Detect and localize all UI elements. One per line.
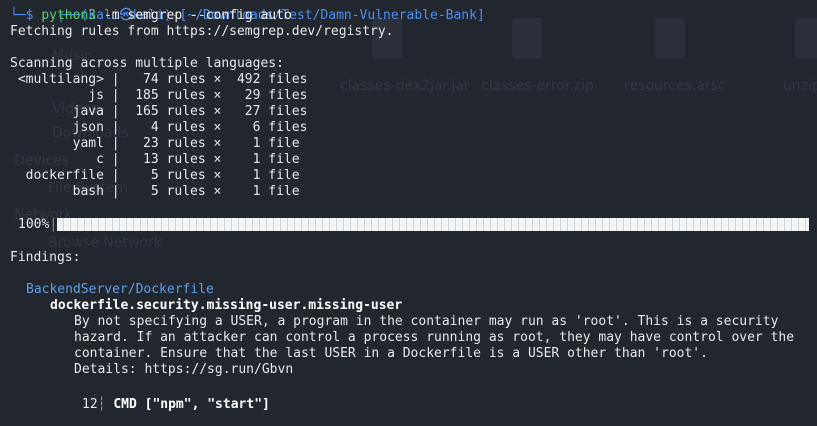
language-counts: | 74 rules × 492 files <box>103 72 308 87</box>
prompt-symbol: $ <box>25 8 34 23</box>
language-row: json | 4 rules × 6 files <box>10 120 817 136</box>
finding-message-line: By not specifying a USER, a program in t… <box>74 314 779 329</box>
language-name: java <box>10 104 104 119</box>
progress-line: 100%| <box>10 216 817 234</box>
finding-message-line: hazard. If an attacker can control a pro… <box>74 330 795 345</box>
language-counts: | 23 rules × 1 file <box>103 136 300 151</box>
language-name: bash <box>10 184 104 199</box>
language-counts: | 5 rules × 1 file <box>103 184 300 199</box>
progress-bar <box>57 218 810 231</box>
code-gutter: ┆ <box>97 397 106 412</box>
prompt-header: ┌──(kali㉿kali)-[~/Downloads/Test/Damn-Vu… <box>56 8 485 23</box>
language-counts: | 13 rules × 1 file <box>103 152 300 167</box>
language-name: yaml <box>10 136 104 151</box>
language-counts: | 185 rules × 29 files <box>103 88 308 103</box>
language-row: c | 13 rules × 1 file <box>10 152 817 168</box>
command-args: -m semgrep --config auto <box>103 8 292 23</box>
code-snippet-line: 12┆ CMD ["npm", "start"] <box>10 397 817 413</box>
language-row: yaml | 23 rules × 1 file <box>10 136 817 152</box>
language-counts: | 165 rules × 27 files <box>103 104 308 119</box>
language-name: json <box>10 120 104 135</box>
command-name: python3 <box>41 8 97 23</box>
language-table: <multilang> | 74 rules × 492 files js | … <box>10 72 817 200</box>
finding-message-line: container. Ensure that the last USER in … <box>74 346 708 361</box>
fetching-line: Fetching rules from https://semgrep.dev/… <box>10 24 394 39</box>
language-name: c <box>10 152 104 167</box>
code-content: CMD ["npm", "start"] <box>113 397 270 412</box>
finding-rule-id: dockerfile.security.missing-user.missing… <box>50 298 403 313</box>
finding-details-link[interactable]: Details: https://sg.run/Gbvn <box>10 362 817 378</box>
findings-label: Findings: <box>10 250 81 265</box>
scanning-line: Scanning across multiple languages: <box>10 56 284 71</box>
finding-file-path: BackendServer/Dockerfile <box>26 282 214 297</box>
code-line-number: 12 <box>82 397 98 412</box>
language-name: js <box>10 88 104 103</box>
language-row: bash | 5 rules × 1 file <box>10 184 817 200</box>
language-name: <multilang> <box>10 72 104 87</box>
terminal-window[interactable]: Music Videos Downloads Devices File Syst… <box>0 0 817 426</box>
language-row: js | 185 rules × 29 files <box>10 88 817 104</box>
language-row: java | 165 rules × 27 files <box>10 104 817 120</box>
language-name: dockerfile <box>10 168 104 183</box>
language-counts: | 5 rules × 1 file <box>103 168 300 183</box>
language-counts: | 4 rules × 6 files <box>103 120 308 135</box>
terminal-output: ┌──(kali㉿kali)-[~/Downloads/Test/Damn-Vu… <box>10 0 817 413</box>
progress-label: 100% <box>18 217 50 232</box>
language-row: dockerfile | 5 rules × 1 file <box>10 168 817 184</box>
language-row: <multilang> | 74 rules × 492 files <box>10 72 817 88</box>
